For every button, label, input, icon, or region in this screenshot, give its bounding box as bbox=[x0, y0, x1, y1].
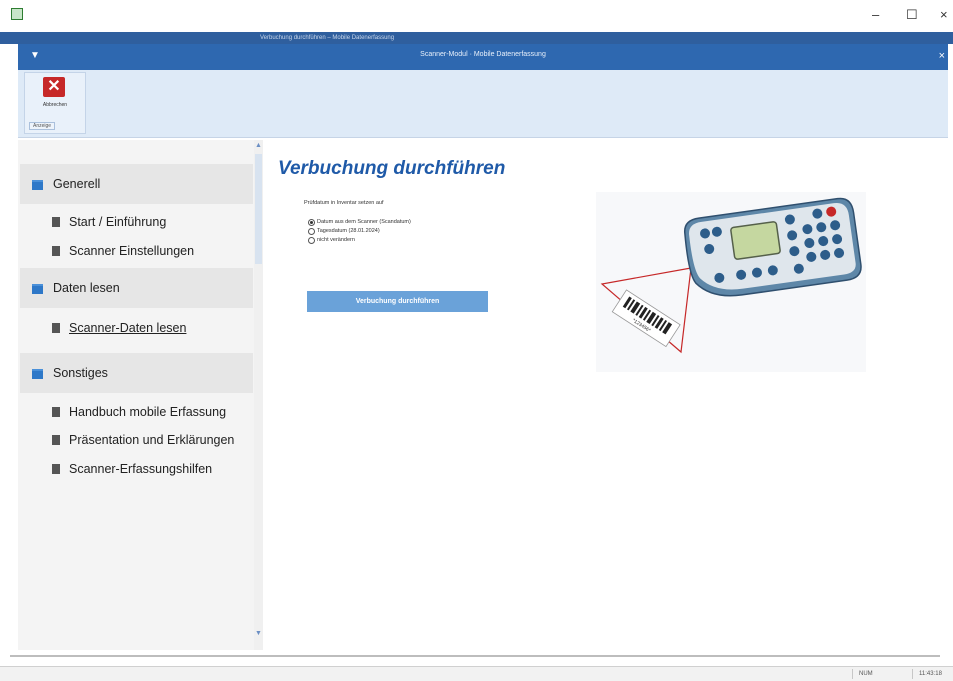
radio-label: nicht verändern bbox=[317, 237, 355, 243]
page-title: Verbuchung durchführen bbox=[278, 158, 506, 179]
nav-group-generell[interactable]: Generell bbox=[20, 164, 253, 204]
ribbon-group-label: Anzeige bbox=[29, 122, 56, 130]
document-icon bbox=[52, 407, 60, 417]
dialog-close-button[interactable]: × bbox=[939, 50, 945, 62]
ribbon: ✕ Abbrechen Anzeige bbox=[18, 70, 948, 138]
minimize-button[interactable]: – bbox=[872, 8, 879, 22]
nav-item-label: Handbuch mobile Erfassung bbox=[69, 405, 227, 419]
nav-item-label: Scanner-Daten lesen bbox=[69, 321, 187, 335]
outer-left-strip bbox=[0, 44, 16, 664]
document-icon bbox=[52, 246, 60, 256]
folder-icon bbox=[32, 284, 43, 294]
nav-item-label: Scanner-Erfassungshilfen bbox=[69, 462, 213, 476]
scroll-up-icon[interactable]: ▲ bbox=[255, 142, 262, 149]
content-panel: Verbuchung durchführen Prüfdatum in Inve… bbox=[264, 140, 948, 650]
nav-item-label: Start / Einführung bbox=[69, 215, 167, 229]
maximize-button[interactable]: ☐ bbox=[906, 8, 918, 22]
navigation-panel: Generell Start / Einführung Scanner Eins… bbox=[18, 140, 254, 650]
folder-icon bbox=[32, 369, 43, 379]
nav-group-label: Sonstiges bbox=[53, 366, 108, 380]
document-icon bbox=[52, 464, 60, 474]
outer-titlebar: – ☐ × bbox=[0, 0, 953, 32]
status-time: 11:43:18 bbox=[912, 669, 953, 679]
abort-button-label: Abbrechen bbox=[42, 102, 68, 108]
radio-icon bbox=[308, 228, 315, 235]
nav-group-label: Daten lesen bbox=[53, 281, 120, 295]
options-label: Prüfdatum in Inventar setzen auf bbox=[304, 200, 384, 206]
folder-icon bbox=[32, 180, 43, 190]
nav-group-daten-lesen[interactable]: Daten lesen bbox=[20, 268, 253, 308]
document-icon bbox=[52, 323, 60, 333]
app-icon bbox=[11, 8, 23, 20]
scanner-illustration: *123456* bbox=[596, 192, 866, 372]
status-num: NUM bbox=[852, 669, 907, 679]
abort-button[interactable]: ✕ Abbrechen bbox=[35, 77, 75, 117]
dialog-title: Scanner-Modul · Mobile Datenerfassung bbox=[420, 51, 546, 58]
ribbon-group-anzeige: ✕ Abbrechen Anzeige bbox=[24, 72, 86, 134]
document-icon bbox=[52, 435, 60, 445]
scroll-down-icon[interactable]: ▼ bbox=[255, 630, 262, 637]
document-icon bbox=[52, 217, 60, 227]
outer-window-title: Verbuchung durchführen – Mobile Datenerf… bbox=[260, 35, 395, 41]
radio-label: Tagesdatum (28.01.2024) bbox=[317, 228, 380, 234]
nav-item-label: Scanner Einstellungen bbox=[69, 244, 195, 258]
nav-group-sonstiges[interactable]: Sonstiges bbox=[20, 353, 253, 393]
radio-label: Datum aus dem Scanner (Scandatum) bbox=[317, 219, 411, 225]
bottom-divider bbox=[10, 655, 940, 657]
nav-scrollbar[interactable]: ▲ ▼ bbox=[254, 140, 263, 650]
outer-app-bar: Verbuchung durchführen – Mobile Datenerf… bbox=[0, 32, 953, 44]
scroll-thumb[interactable] bbox=[255, 154, 262, 264]
close-icon: ✕ bbox=[43, 77, 65, 97]
radio-selected-icon bbox=[308, 219, 315, 226]
nav-group-label: Generell bbox=[53, 177, 101, 191]
radio-icon bbox=[308, 237, 315, 244]
book-button[interactable]: Verbuchung durchführen bbox=[307, 291, 488, 312]
status-bar: NUM 11:43:18 bbox=[0, 666, 953, 681]
nav-item-label: Präsentation und Erklärungen bbox=[69, 433, 235, 447]
close-window-button[interactable]: × bbox=[940, 8, 948, 22]
dialog-titlebar: ▼ Scanner-Modul · Mobile Datenerfassung … bbox=[18, 44, 948, 70]
